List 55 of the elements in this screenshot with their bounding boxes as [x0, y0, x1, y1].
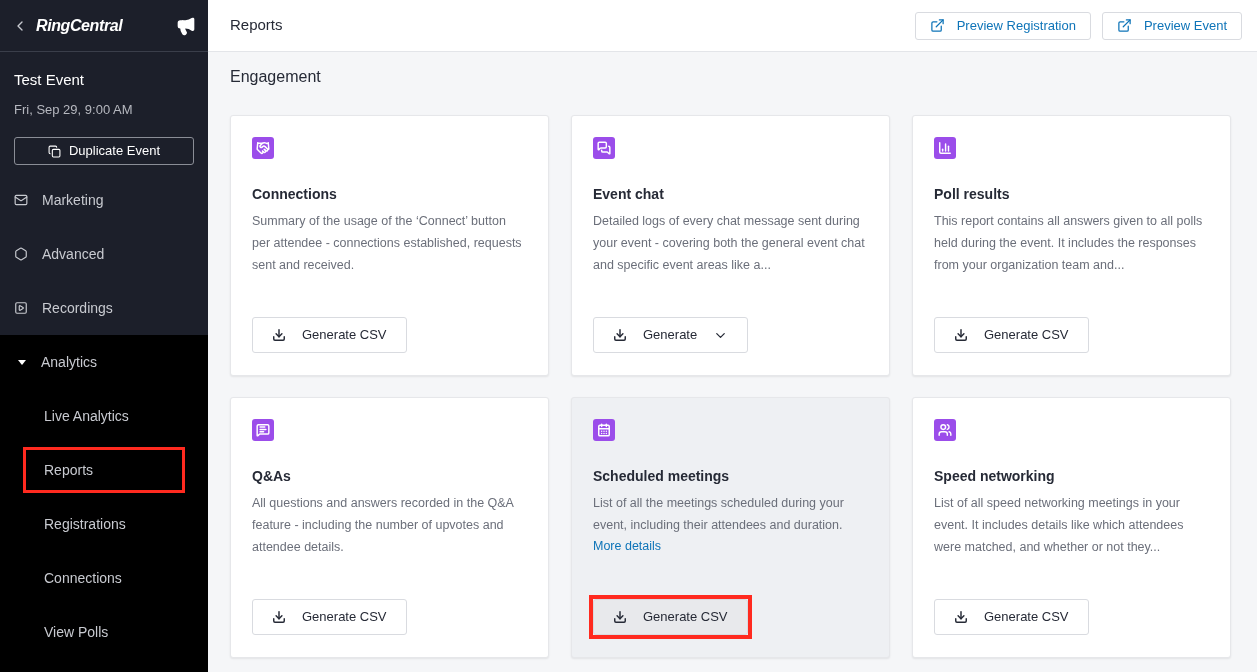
card-description: List of all speed networking meetings in your event. It includes details like which attendees were matched, and whether or not they... — [934, 495, 1185, 556]
card-description: Summary of the usage of the ‘Connect’ button per attendee - connections established, requests sent and received. — [252, 213, 523, 274]
preview-button[interactable]: Preview Event — [1101, 11, 1242, 40]
download-icon — [272, 610, 286, 624]
duplicate-event-button[interactable]: Duplicate Event — [14, 137, 194, 165]
page-title: Reports — [230, 15, 283, 36]
caret-icon — [17, 357, 27, 367]
copy-icon — [47, 144, 61, 158]
generate-button[interactable]: Generate CSV — [934, 317, 1089, 353]
external-link-icon — [929, 18, 945, 33]
nav-item[interactable]: Marketing — [0, 173, 208, 227]
brand-logo: RingCentral — [36, 15, 123, 36]
nav-item[interactable]: View Polls — [23, 609, 185, 655]
generate-button[interactable]: Generate CSV — [934, 599, 1089, 635]
section-title: Engagement — [230, 67, 322, 87]
nav-item[interactable]: Live Analytics — [23, 393, 185, 439]
preview-button[interactable]: Preview Registration — [914, 11, 1091, 40]
card-description: This report contains all answers given to all polls held during the event. It includes the responses from your organization team and... — [934, 213, 1204, 274]
download-icon — [613, 610, 627, 624]
nav-item[interactable]: Connections — [23, 555, 185, 601]
more-details-link[interactable]: More details — [593, 536, 662, 556]
download-icon — [954, 610, 968, 624]
event-date: Fri, Sep 29, 9:00 AM — [14, 100, 134, 119]
mail-icon — [14, 193, 28, 207]
video-icon — [14, 301, 28, 315]
card-title: Event chat — [593, 185, 665, 204]
people-icon — [934, 419, 956, 441]
nav-item[interactable]: Advanced — [0, 227, 208, 281]
chat-bubbles-icon — [593, 137, 615, 159]
message-icon — [252, 419, 274, 441]
card-title: Connections — [252, 185, 338, 204]
download-icon — [613, 328, 627, 342]
handshake-icon — [252, 137, 274, 159]
nav-item[interactable]: Reports — [23, 447, 185, 493]
nav-item[interactable]: Registrations — [23, 501, 185, 547]
megaphone-icon[interactable] — [176, 15, 196, 36]
external-link-icon — [1116, 18, 1132, 33]
card-title: Poll results — [934, 185, 1011, 204]
generate-button[interactable]: Generate CSV — [252, 599, 407, 635]
card-description: List of all the meetings scheduled during your event, including their attendees and duration. — [593, 495, 845, 534]
event-title: Test Event — [14, 70, 86, 90]
bar-chart-icon — [934, 137, 956, 159]
card-description: All questions and answers recorded in the Q&A feature - including the number of upvotes and attendee details. — [252, 495, 515, 556]
download-icon — [954, 328, 968, 342]
generate-button[interactable]: Generate CSV — [252, 317, 407, 353]
card-title: Q&As — [252, 467, 292, 486]
download-icon — [272, 328, 286, 342]
nav-item[interactable]: Recordings — [0, 281, 208, 335]
card-title: Scheduled meetings — [593, 467, 731, 486]
calendar-icon — [593, 419, 615, 441]
card-title: Speed networking — [934, 467, 1056, 486]
card-description: Detailed logs of every chat message sent during your event - covering both the general event chat and specific event areas like a... — [593, 213, 866, 274]
nav-group[interactable]: Analytics — [0, 335, 208, 389]
generate-button[interactable]: Generate — [593, 317, 749, 353]
generate-button[interactable]: Generate CSV — [593, 599, 748, 635]
